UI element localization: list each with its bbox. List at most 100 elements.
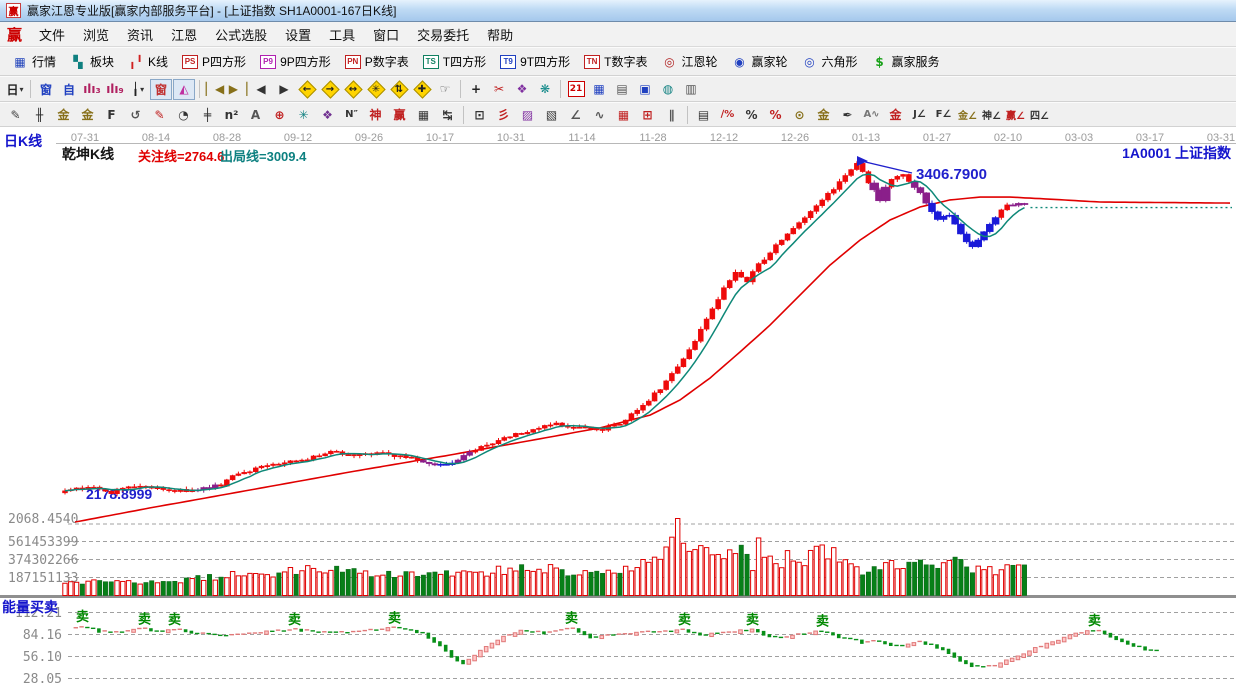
angle-rays-tool-button[interactable]: ∠	[564, 105, 587, 125]
gold-grid-down-tool-button[interactable]: 金	[76, 105, 99, 125]
web-grid-tool-button[interactable]: ❖	[316, 105, 339, 125]
p-number-button[interactable]: PNP数字表	[339, 50, 415, 73]
menu-item-3[interactable]: 江恩	[162, 22, 206, 47]
wave-a-tool-button[interactable]: A∿	[860, 105, 883, 125]
f-grid-tool-button[interactable]: F	[100, 105, 123, 125]
gold-circle-tool-button[interactable]: ⊙	[788, 105, 811, 125]
menu-item-0[interactable]: 文件	[30, 22, 74, 47]
angle-j-tool-button[interactable]: J∠	[908, 105, 931, 125]
sectors-button[interactable]: ▚板块	[64, 50, 120, 73]
period-day-button[interactable]: 日▾	[4, 79, 26, 100]
ying-grid-tool-button[interactable]: 赢	[388, 105, 411, 125]
color-kline-button[interactable]: ◭	[173, 79, 195, 100]
next-bar-button[interactable]: ▶	[273, 79, 295, 100]
mark-pen-tool-button[interactable]: ✎	[148, 105, 171, 125]
prev-bar-button[interactable]: ◀	[250, 79, 272, 100]
gold-red-tool-button[interactable]: 金	[884, 105, 907, 125]
mail-service-button[interactable]: ◍	[657, 79, 679, 100]
menu-item-5[interactable]: 设置	[276, 22, 320, 47]
menu-item-6[interactable]: 工具	[320, 22, 364, 47]
ink-pen-tool-button[interactable]: ✒	[836, 105, 859, 125]
gann-wheel-button[interactable]: ◎江恩轮	[655, 50, 723, 73]
spiral-tool-button[interactable]: ↺	[124, 105, 147, 125]
shift-left-button[interactable]: ←	[296, 79, 318, 100]
kline-chart[interactable]: 07-3108-1408-2809-1209-2610-1710-3111-14…	[0, 127, 1236, 683]
expand-all-button[interactable]: ✚	[411, 79, 433, 100]
indicator-window-button[interactable]: 窗	[35, 79, 57, 100]
draw-pen-tool-button[interactable]: ✎	[4, 105, 27, 125]
gold-lines-tool-button[interactable]: 金	[812, 105, 835, 125]
crosshair-button[interactable]: +	[465, 79, 487, 100]
menu-item-2[interactable]: 资讯	[118, 22, 162, 47]
expand-vertical-button[interactable]: ⇅	[388, 79, 410, 100]
notes-button[interactable]: ▤	[611, 79, 633, 100]
menu-item-1[interactable]: 浏览	[74, 22, 118, 47]
last-bar-button[interactable]: ▶▕	[227, 79, 249, 100]
box-tool-tool-button[interactable]: ⊡	[468, 105, 491, 125]
gann-grid-tool-button[interactable]: ╫	[28, 105, 51, 125]
menu-item-8[interactable]: 交易委托	[408, 22, 478, 47]
a-angle-tool-button[interactable]: A	[244, 105, 267, 125]
mail-service-icon: ◍	[663, 82, 673, 96]
calendar-button[interactable]: 21	[565, 79, 587, 100]
compress-bars-button[interactable]: ✳	[365, 79, 387, 100]
shade-grid-tool-button[interactable]: ▧	[540, 105, 563, 125]
cut-button[interactable]: ✂	[488, 79, 510, 100]
parallel-lines-tool-button[interactable]: ∥	[660, 105, 683, 125]
percent-line-tool-button[interactable]: %	[764, 105, 787, 125]
pan-hand-button[interactable]: ☞	[434, 79, 456, 100]
ribbon-tool-button[interactable]: ❖	[511, 79, 533, 100]
candle-style-button[interactable]: ╽▾	[127, 79, 149, 100]
red-grid-tool-button[interactable]: ▦	[612, 105, 635, 125]
percent-tool-button[interactable]: %	[740, 105, 763, 125]
wave-tool-tool-button[interactable]: ∿	[588, 105, 611, 125]
bar-width-tool-button[interactable]: ↹	[436, 105, 459, 125]
t-square-button[interactable]: TST四方形	[417, 50, 492, 73]
kline-window-button[interactable]: 窗	[150, 79, 172, 100]
menu-item-9[interactable]: 帮助	[478, 22, 522, 47]
star-web-tool-button[interactable]: ✳	[292, 105, 315, 125]
angle-si-tool-button[interactable]: 四∠	[1028, 105, 1051, 125]
diag-grid-tool-button[interactable]: ▨	[516, 105, 539, 125]
angle-shen-tool-button[interactable]: 神∠	[980, 105, 1003, 125]
percent-slash-tool-button[interactable]: ∕%	[716, 105, 739, 125]
winner-wheel-button[interactable]: ◉赢家轮	[725, 50, 793, 73]
bars-3-button[interactable]: ılı₃	[81, 79, 103, 100]
menu-item-4[interactable]: 公式选股	[206, 22, 276, 47]
shift-right-button[interactable]: →	[319, 79, 341, 100]
menu-item-7[interactable]: 窗口	[364, 22, 408, 47]
n-square-tool-button[interactable]: n²	[220, 105, 243, 125]
k-quote-tool-button[interactable]: N″	[340, 105, 363, 125]
p-square-button[interactable]: PSP四方形	[176, 50, 252, 73]
gold-grid-up-tool-button[interactable]: 金	[52, 105, 75, 125]
hexagon-button[interactable]: ◎六角形	[796, 50, 864, 73]
pattern-tool-button[interactable]: ❋	[534, 79, 556, 100]
grid-123-tool-button[interactable]: ▦	[412, 105, 435, 125]
t9-square-button[interactable]: T99T四方形	[494, 50, 576, 73]
scale-table-tool-button[interactable]: ▤	[692, 105, 715, 125]
angle-f-tool-button[interactable]: F∠	[932, 105, 955, 125]
ruler-grid-tool-button[interactable]: ╪	[196, 105, 219, 125]
first-bar-button[interactable]: ▏◀	[204, 79, 226, 100]
calculator-button[interactable]: ▦	[588, 79, 610, 100]
bars-9-button[interactable]: ılı₉	[104, 79, 126, 100]
expand-horizontal-button[interactable]: ↔	[342, 79, 364, 100]
save-button[interactable]: ▣	[634, 79, 656, 100]
dropdown-arrow-icon: ▾	[140, 85, 144, 94]
p9-square-button[interactable]: P99P四方形	[254, 50, 337, 73]
info-view-button[interactable]: 自	[58, 79, 80, 100]
workstation-button[interactable]: ▥	[680, 79, 702, 100]
angle-gold-tool-button[interactable]: 金∠	[956, 105, 979, 125]
winner-service-button[interactable]: $赢家服务	[866, 50, 946, 73]
kline-button[interactable]: ╻╹K线	[122, 50, 174, 73]
title-bar[interactable]: 赢 赢家江恩专业版[赢家内部服务平台] - [上证指数 SH1A0001-167…	[0, 0, 1236, 22]
gann-compass-tool-button[interactable]: ⊕	[268, 105, 291, 125]
t-number-button[interactable]: TNT数字表	[578, 50, 653, 73]
shen-grid-tool-button[interactable]: 神	[364, 105, 387, 125]
quotes-button[interactable]: ▦行情	[6, 50, 62, 73]
ray-fan-tool-button[interactable]: 彡	[492, 105, 515, 125]
angle-ying-tool-button[interactable]: 赢∠	[1004, 105, 1027, 125]
svg-text:12-12: 12-12	[710, 132, 738, 144]
red-cross-grid-tool-button[interactable]: ⊞	[636, 105, 659, 125]
gann-dial-tool-button[interactable]: ◔	[172, 105, 195, 125]
